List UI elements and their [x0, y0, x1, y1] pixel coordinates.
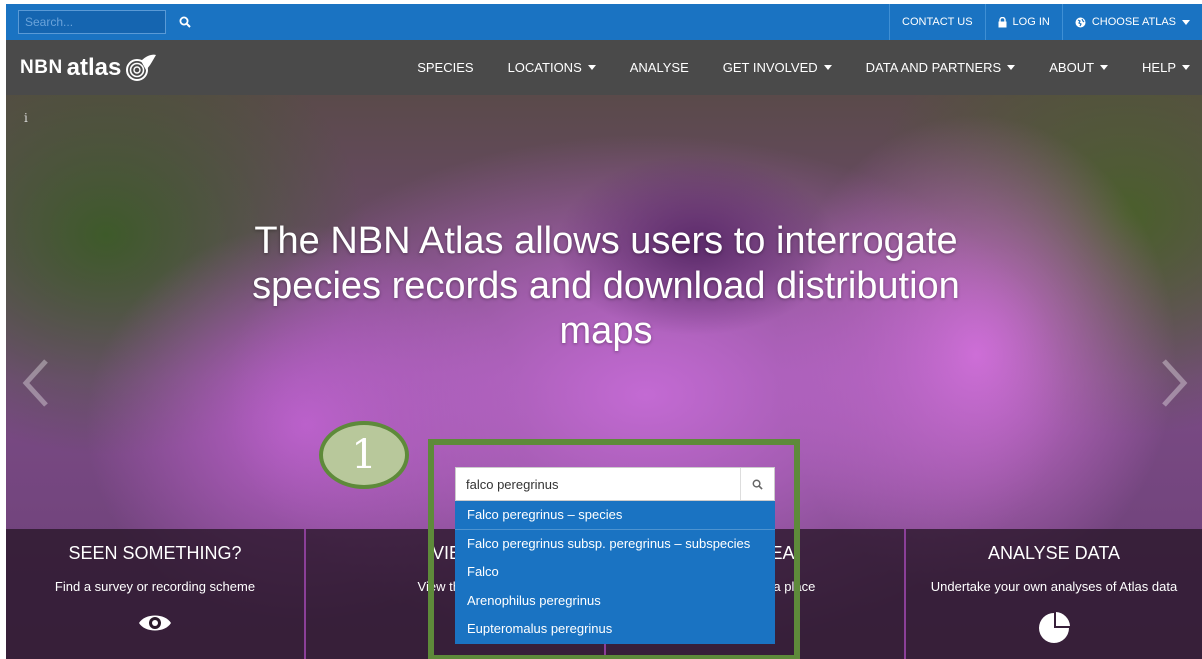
- autocomplete-option[interactable]: Falco peregrinus subsp. peregrinus – sub…: [455, 530, 775, 559]
- eye-icon: [137, 611, 173, 640]
- nav-species-label: SPECIES: [417, 60, 474, 75]
- tile-title: ANALYSE DATA: [987, 543, 1121, 563]
- nav-analyse-label: ANALYSE: [629, 60, 689, 75]
- hero-title: The NBN Atlas allows users to interrogat…: [252, 220, 960, 352]
- nbn-atlas-logo[interactable]: NBN atlas: [20, 50, 157, 86]
- chevron-down-icon: [1100, 65, 1109, 70]
- autocomplete-option[interactable]: Falco: [455, 558, 775, 587]
- autocomplete-option[interactable]: Eupteromalus peregrinus: [455, 615, 775, 644]
- chevron-down-icon: [1182, 65, 1190, 70]
- main-navbar: NBN atlas SPECIES LOCATIONS ANALYSE GET …: [6, 40, 1202, 95]
- nav-data-and-partners[interactable]: DATA AND PARTNERS: [849, 40, 1033, 95]
- tile-description: Find a survey or recording scheme: [54, 579, 256, 594]
- nav-data-and-partners-label: DATA AND PARTNERS: [865, 60, 1002, 75]
- chevron-down-icon: [823, 65, 832, 70]
- tile-analyse-data[interactable]: ANALYSE DATA Undertake your own analyses…: [906, 529, 1202, 659]
- chevron-down-icon: [1182, 19, 1190, 25]
- contact-us-link[interactable]: CONTACT US: [889, 4, 985, 40]
- nav-get-involved-label: GET INVOLVED: [722, 60, 818, 75]
- logo-swirl-icon: [126, 54, 157, 81]
- chevron-right-icon: [1162, 359, 1188, 407]
- nav-help-label: HELP: [1142, 60, 1176, 75]
- logo-text-nbn: NBN: [20, 57, 63, 78]
- log-in-label: LOG IN: [1012, 16, 1050, 28]
- choose-atlas-link[interactable]: CHOOSE ATLAS: [1061, 4, 1202, 40]
- species-search-button[interactable]: [740, 468, 774, 500]
- logo-text-atlas: atlas: [66, 54, 122, 81]
- log-in-link[interactable]: LOG IN: [984, 4, 1062, 40]
- tile-title: SEEN SOMETHING?: [68, 543, 242, 563]
- nav-get-involved[interactable]: GET INVOLVED: [706, 40, 849, 95]
- species-search-box: [455, 467, 775, 501]
- autocomplete-option[interactable]: Falco peregrinus – species: [455, 501, 775, 530]
- search-icon: [179, 16, 191, 28]
- search-icon: [752, 479, 763, 490]
- globe-icon: [1075, 17, 1086, 27]
- nav-about-label: ABOUT: [1049, 60, 1095, 75]
- nav-about[interactable]: ABOUT: [1032, 40, 1125, 95]
- header-search-input[interactable]: [18, 10, 166, 34]
- chevron-down-icon: [587, 65, 596, 70]
- autocomplete-option[interactable]: Arenophilus peregrinus: [455, 587, 775, 616]
- species-search-input[interactable]: [456, 468, 740, 500]
- top-utility-bar: CONTACT US LOG IN CHOOSE ATLAS: [6, 4, 1202, 40]
- carousel-prev-button[interactable]: [16, 353, 56, 413]
- tile-description: Undertake your own analyses of Atlas dat…: [930, 579, 1178, 594]
- carousel-next-button[interactable]: [1154, 353, 1194, 413]
- choose-atlas-label: CHOOSE ATLAS: [1091, 16, 1176, 28]
- nav-species[interactable]: SPECIES: [400, 40, 490, 95]
- info-icon[interactable]: i: [24, 111, 28, 125]
- contact-us-label: CONTACT US: [902, 16, 973, 28]
- tile-seen-something[interactable]: SEEN SOMETHING? Find a survey or recordi…: [6, 529, 306, 659]
- chevron-left-icon: [22, 359, 48, 407]
- page-frame: CONTACT US LOG IN CHOOSE ATLAS NBN atlas: [6, 4, 1202, 659]
- step-number-badge: 1: [319, 421, 409, 489]
- nav-locations-label: LOCATIONS: [507, 60, 582, 75]
- lock-icon: [998, 16, 1007, 27]
- nav-analyse[interactable]: ANALYSE: [613, 40, 706, 95]
- top-links: CONTACT US LOG IN CHOOSE ATLAS: [889, 4, 1202, 40]
- nav-help[interactable]: HELP: [1125, 40, 1202, 95]
- main-nav: SPECIES LOCATIONS ANALYSE GET INVOLVED D…: [400, 40, 1202, 95]
- nav-locations[interactable]: LOCATIONS: [491, 40, 613, 95]
- pie-chart-icon: [1037, 611, 1071, 650]
- autocomplete-dropdown: Falco peregrinus – species Falco peregri…: [455, 501, 775, 644]
- chevron-down-icon: [1007, 65, 1016, 70]
- header-search-button[interactable]: [172, 10, 198, 34]
